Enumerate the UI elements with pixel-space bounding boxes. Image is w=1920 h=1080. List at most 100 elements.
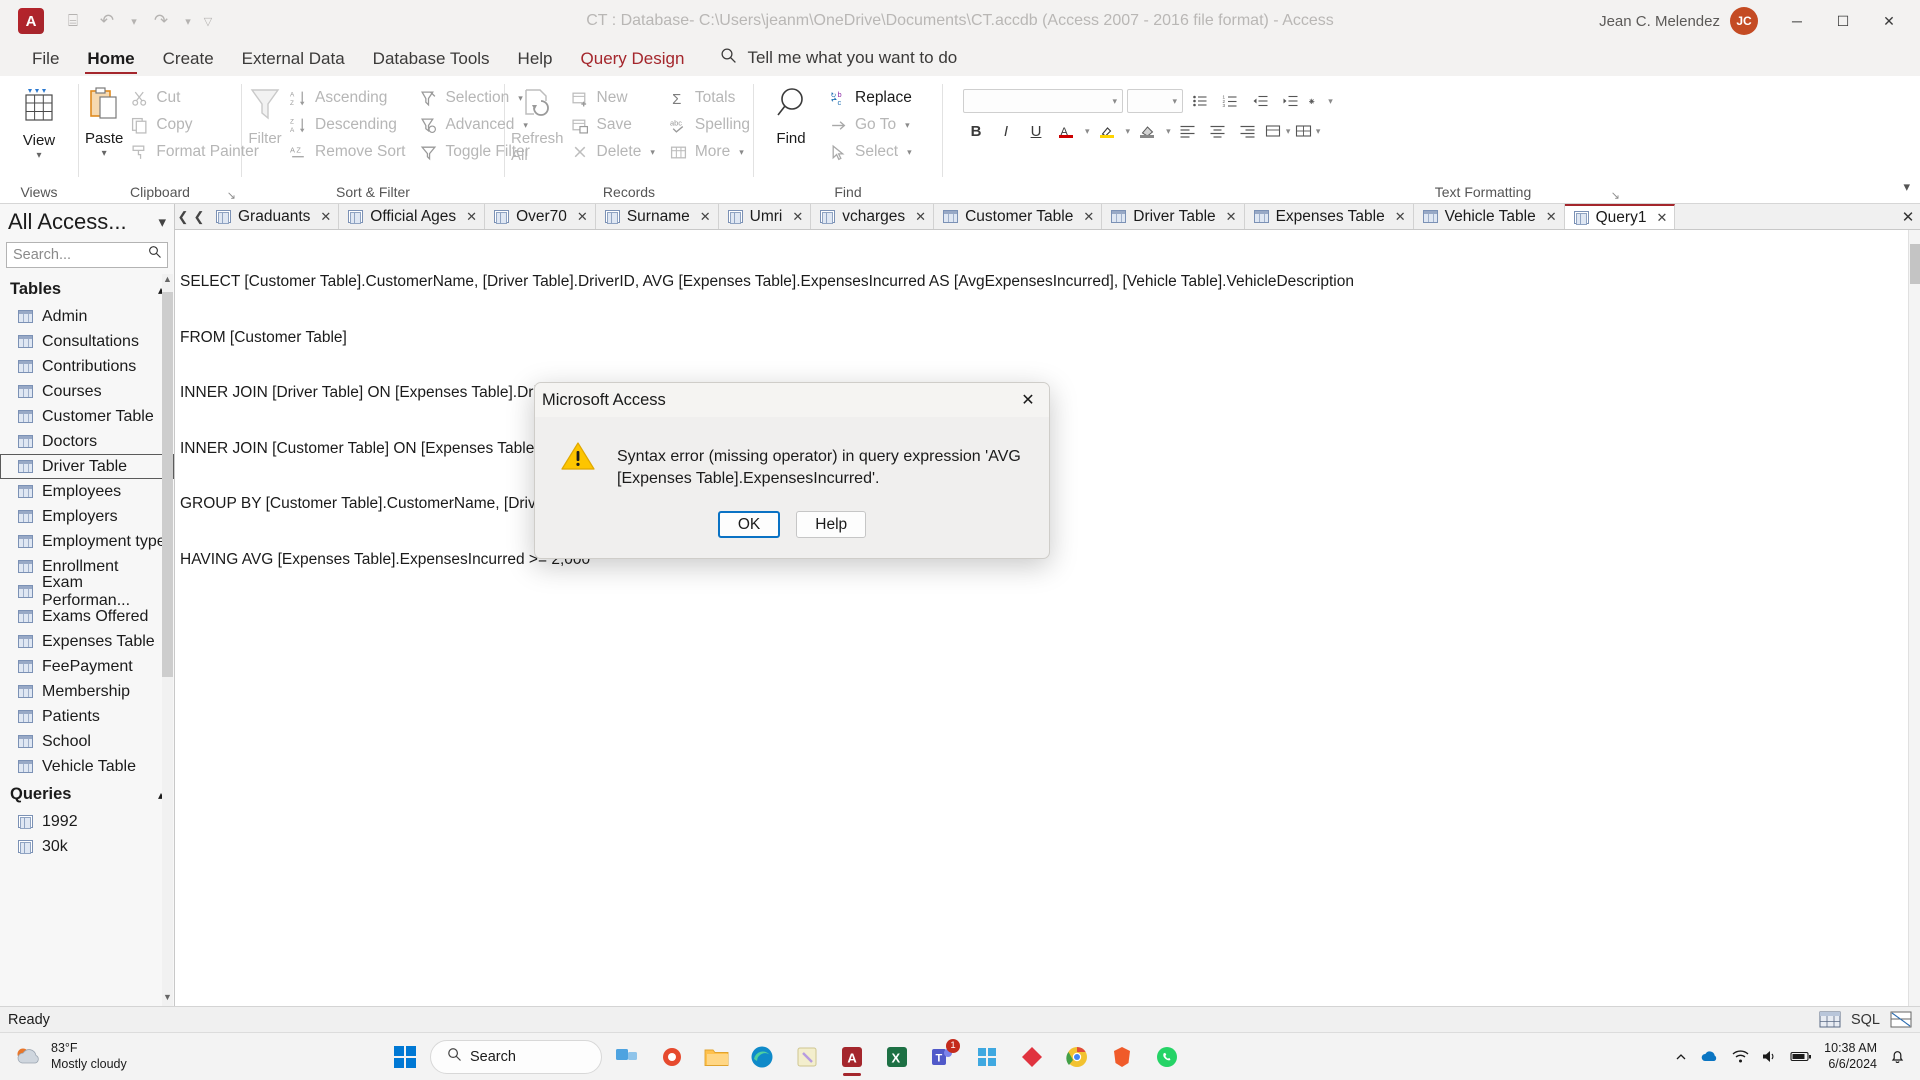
remove-sort-button[interactable]: AZ Remove Sort	[282, 140, 412, 164]
text-direction-icon[interactable]: ⁕ ▾	[1307, 89, 1333, 113]
nav-group-tables[interactable]: Tables ▴	[0, 274, 174, 304]
chevron-down-icon[interactable]: ▾	[1316, 126, 1321, 137]
close-document-button[interactable]: ✕	[1896, 204, 1920, 229]
network-icon[interactable]	[1732, 1049, 1749, 1064]
nav-scrollbar-thumb[interactable]	[162, 292, 173, 677]
nav-item-employers[interactable]: Employers	[0, 504, 174, 529]
tab-help[interactable]: Help	[504, 45, 567, 76]
search-icon[interactable]	[148, 245, 162, 263]
help-button[interactable]: Help	[796, 511, 867, 539]
close-icon[interactable]: ✕	[1656, 210, 1667, 226]
chevron-down-icon[interactable]: ▾	[1126, 126, 1131, 137]
close-icon[interactable]: ✕	[1546, 209, 1557, 225]
doctab-graduants[interactable]: Graduants ✕	[207, 204, 340, 229]
customize-qat-icon[interactable]: ▽	[198, 5, 218, 37]
chevron-down-icon[interactable]: ▾	[1112, 96, 1117, 107]
find-button[interactable]: Find	[760, 82, 822, 184]
replace-button[interactable]: ↻ b c Replace	[822, 86, 919, 110]
doctab-umri[interactable]: Umri ✕	[718, 204, 812, 229]
redo-icon[interactable]: ↷	[144, 5, 178, 37]
chevron-down-icon[interactable]: ▾	[1286, 126, 1291, 137]
chevron-down-icon[interactable]: ▾	[650, 147, 655, 158]
nav-item-exams-offered[interactable]: Exams Offered	[0, 604, 174, 629]
scroll-up-icon[interactable]: ▲	[162, 274, 173, 288]
search-input[interactable]	[6, 242, 168, 268]
spelling-button[interactable]: abc Spelling	[662, 113, 757, 137]
chevron-down-icon[interactable]: ▾	[102, 148, 107, 159]
save-icon[interactable]: ⌸	[56, 5, 90, 37]
increase-indent-icon[interactable]	[1277, 89, 1303, 113]
tab-external-data[interactable]: External Data	[228, 45, 359, 76]
sql-view[interactable]: SELECT [Customer Table].CustomerName, [D…	[175, 230, 1920, 1006]
font-color-icon[interactable]: A	[1053, 119, 1079, 143]
bold-button[interactable]: B	[963, 119, 989, 143]
teams-icon[interactable]: T 1	[922, 1037, 962, 1077]
nav-item-patients[interactable]: Patients	[0, 704, 174, 729]
doctab-vcharges[interactable]: vcharges ✕	[811, 204, 935, 229]
tell-me-box[interactable]: Tell me what you want to do	[698, 43, 971, 76]
close-icon[interactable]: ✕	[320, 209, 331, 225]
battery-icon[interactable]	[1790, 1050, 1812, 1063]
more-button[interactable]: More ▾	[662, 140, 757, 164]
onedrive-icon[interactable]	[1700, 1049, 1720, 1065]
doctab-driver-table[interactable]: Driver Table ✕	[1102, 204, 1245, 229]
tab-database-tools[interactable]: Database Tools	[359, 45, 504, 76]
font-family-combo[interactable]: ▾	[963, 89, 1123, 113]
tab-create[interactable]: Create	[149, 45, 228, 76]
nav-group-queries[interactable]: Queries ▴	[0, 779, 174, 809]
nav-item-contributions[interactable]: Contributions	[0, 354, 174, 379]
scrollbar-thumb[interactable]	[1910, 244, 1920, 284]
select-button[interactable]: Select ▾	[822, 140, 919, 164]
close-icon[interactable]: ✕	[466, 209, 477, 225]
close-button[interactable]: ✕	[1866, 0, 1912, 42]
decrease-indent-icon[interactable]	[1247, 89, 1273, 113]
volume-icon[interactable]	[1761, 1049, 1778, 1064]
excel-icon[interactable]: X	[877, 1037, 917, 1077]
doctab-expenses-table[interactable]: Expenses Table ✕	[1244, 204, 1414, 229]
datasheet-view-icon[interactable]	[1819, 1011, 1841, 1028]
chevron-down-icon[interactable]: ▾	[905, 120, 910, 131]
bulleted-list-icon[interactable]	[1187, 89, 1213, 113]
nav-item-30k[interactable]: 30k	[0, 834, 174, 859]
align-right-icon[interactable]	[1235, 119, 1261, 143]
clipboard-dialog-launcher[interactable]: ↘	[227, 189, 236, 202]
nav-item-exam-performance[interactable]: Exam Performan...	[0, 574, 174, 609]
close-icon[interactable]: ✕	[700, 209, 711, 225]
diamond-app-icon[interactable]	[1012, 1037, 1052, 1077]
doctab-surname[interactable]: Surname ✕	[595, 204, 719, 229]
tab-query-design[interactable]: Query Design	[567, 45, 699, 76]
nav-item-school[interactable]: School	[0, 729, 174, 754]
sql-view-button[interactable]: SQL	[1851, 1012, 1880, 1028]
close-icon[interactable]: ✕	[915, 209, 926, 225]
scroll-down-icon[interactable]: ▼	[162, 992, 173, 1006]
datasheet-formatting-icon[interactable]: ▾	[1265, 119, 1291, 143]
edge-icon[interactable]	[742, 1037, 782, 1077]
delete-record-button[interactable]: Delete ▾	[564, 140, 662, 164]
filter-button[interactable]: Filter	[248, 82, 282, 184]
sort-descending-button[interactable]: ZA Descending	[282, 113, 412, 137]
underline-button[interactable]: U	[1023, 119, 1049, 143]
weather-widget[interactable]: 83°F Mostly cloudy	[0, 1041, 250, 1072]
refresh-all-button[interactable]: Refresh All	[511, 82, 564, 184]
nav-item-driver-table[interactable]: Driver Table	[0, 454, 174, 479]
tab-file[interactable]: File	[18, 45, 73, 76]
nav-item-employees[interactable]: Employees	[0, 479, 174, 504]
tab-home[interactable]: Home	[73, 45, 148, 76]
chevron-down-icon[interactable]: ▾	[1166, 126, 1171, 137]
nav-item-doctors[interactable]: Doctors	[0, 429, 174, 454]
nav-item-feepayment[interactable]: FeePayment	[0, 654, 174, 679]
font-size-combo[interactable]: ▾	[1127, 89, 1183, 113]
align-center-icon[interactable]	[1205, 119, 1231, 143]
nav-item-expenses-table[interactable]: Expenses Table	[0, 629, 174, 654]
show-hidden-icons-icon[interactable]	[1674, 1050, 1688, 1064]
chevron-down-icon[interactable]: ▾	[1172, 96, 1177, 107]
chevron-down-icon[interactable]: ▾	[1085, 126, 1090, 137]
numbered-list-icon[interactable]: 123	[1217, 89, 1243, 113]
paste-button[interactable]: Paste ▾	[85, 82, 123, 184]
chrome-icon[interactable]	[1057, 1037, 1097, 1077]
collapse-ribbon-button[interactable]: ▾	[1903, 179, 1910, 195]
nav-item-membership[interactable]: Membership	[0, 679, 174, 704]
nav-item-vehicle-table[interactable]: Vehicle Table	[0, 754, 174, 779]
undo-icon[interactable]: ↶	[90, 5, 124, 37]
close-icon[interactable]: ✕	[792, 209, 803, 225]
